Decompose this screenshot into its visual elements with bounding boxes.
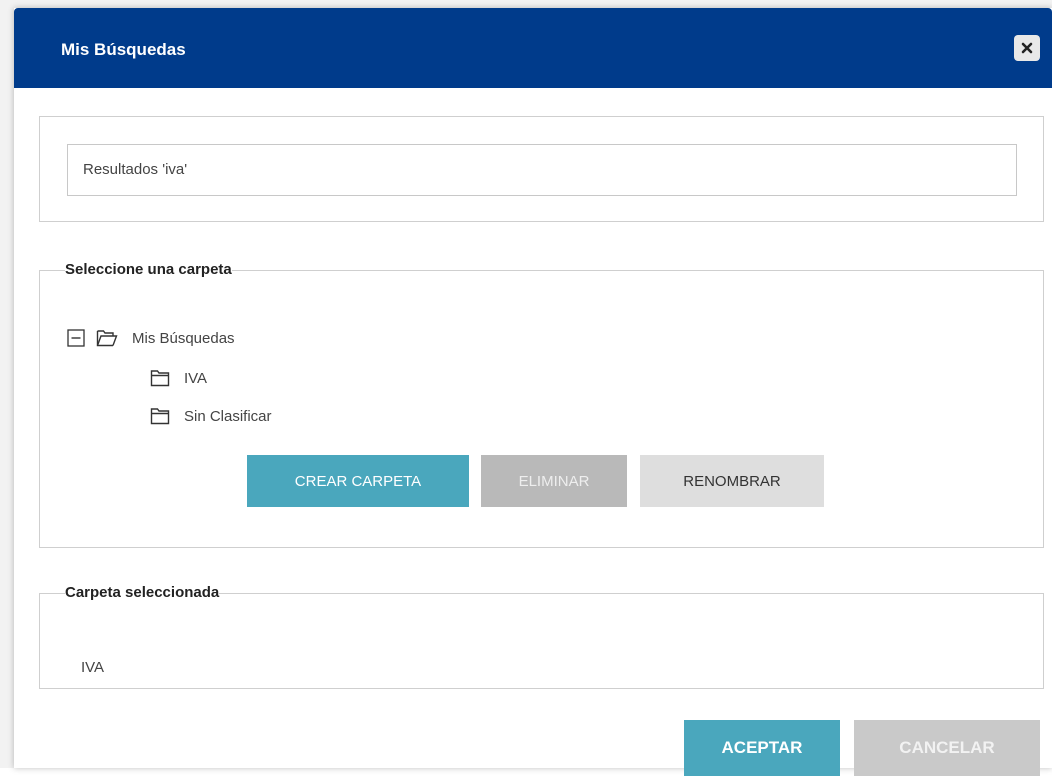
search-name-box: Resultados 'iva' bbox=[39, 116, 1044, 222]
tree-node-label: IVA bbox=[184, 369, 208, 387]
tree-node-label: Mis Búsquedas bbox=[132, 329, 235, 347]
selected-folder-panel: Carpeta seleccionada IVA bbox=[39, 584, 1044, 689]
rename-folder-button[interactable]: RENOMBRAR bbox=[640, 455, 824, 507]
folder-icon bbox=[150, 369, 170, 387]
selected-folder-value: IVA bbox=[81, 659, 105, 676]
collapse-minus-icon[interactable] bbox=[67, 329, 85, 347]
folder-selector: Seleccione una carpeta Mis Búsquedas IVA… bbox=[39, 261, 1044, 548]
close-icon bbox=[1021, 42, 1033, 54]
close-button[interactable] bbox=[1014, 35, 1040, 61]
tree-node-iva[interactable]: IVA bbox=[150, 367, 207, 389]
folder-icon bbox=[150, 407, 170, 425]
delete-folder-button[interactable]: ELIMINAR bbox=[481, 455, 627, 507]
tree-node-label: Sin Clasificar bbox=[184, 407, 272, 425]
search-name-input[interactable]: Resultados 'iva' bbox=[67, 144, 1017, 196]
create-folder-button[interactable]: CREAR CARPETA bbox=[247, 455, 469, 507]
tree-node-root[interactable]: Mis Búsquedas bbox=[67, 327, 235, 349]
my-searches-dialog: Mis Búsquedas Resultados 'iva' Seleccion… bbox=[14, 8, 1052, 776]
dialog-title: Mis Búsquedas bbox=[61, 40, 186, 59]
tree-node-sin-clasificar[interactable]: Sin Clasificar bbox=[150, 405, 272, 427]
folder-selector-legend: Seleccione una carpeta bbox=[65, 261, 232, 278]
folder-open-icon bbox=[96, 329, 118, 347]
dialog-header: Mis Búsquedas bbox=[14, 8, 1052, 88]
selected-folder-legend: Carpeta seleccionada bbox=[65, 584, 220, 601]
